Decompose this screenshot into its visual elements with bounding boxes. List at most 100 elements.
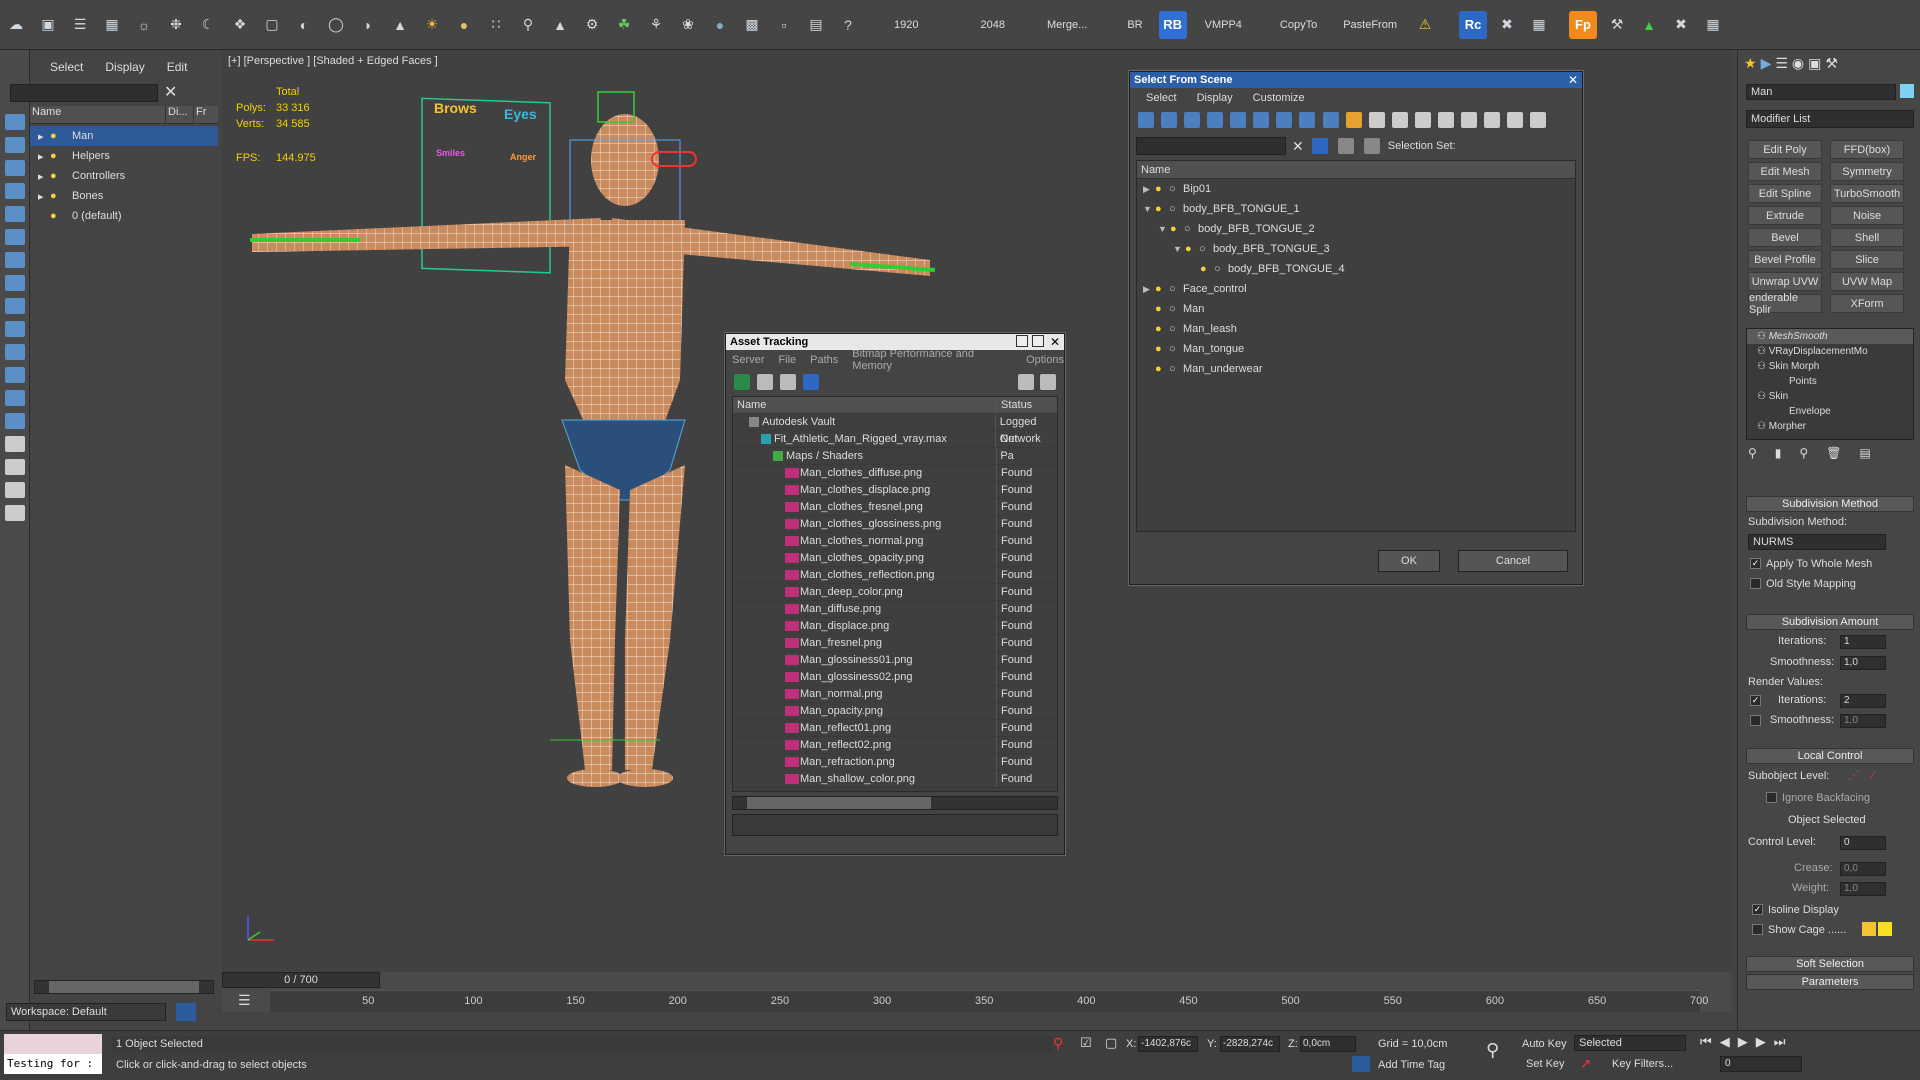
scene-object-row[interactable]: ● ○ Man [1137,299,1575,319]
expand-arrow-icon[interactable]: ▶ [1143,279,1155,299]
pin-stack-icon[interactable]: ⚲ [1748,446,1757,460]
bulb-toggle-icon[interactable]: ⚇ [1757,361,1769,372]
display-frozen-icon[interactable] [5,390,25,406]
tab-motion-icon[interactable]: ◉ [1792,55,1804,72]
display-containers-icon[interactable] [5,367,25,383]
asset-row[interactable]: Man_clothes_opacity.png Found [733,550,1057,567]
sphere-icon[interactable]: ◯ [323,12,349,38]
y-coordinate-field[interactable]: -2828,274c [1220,1036,1280,1052]
select-col-name[interactable]: Name [1141,164,1170,176]
scene-object-row[interactable]: ▶ ● ○ Bip01 [1137,179,1575,199]
asset-row[interactable]: Man_clothes_fresnel.png Found [733,499,1057,516]
lock-icon[interactable]: ☑ [1080,1035,1092,1051]
light-bulb-icon[interactable]: ● [1155,319,1169,339]
filter-shapes-icon[interactable] [1161,112,1178,128]
light-bulb-icon[interactable]: ● [1155,199,1169,219]
asset-row[interactable]: Man_opacity.png Found [733,703,1057,720]
asset-col-name[interactable]: Name [733,397,997,413]
compass-icon[interactable]: ❉ [163,12,189,38]
modifier-button[interactable]: enderable Splir [1748,292,1822,316]
rollout-subdivision-method[interactable]: Subdivision Method [1746,496,1914,512]
select-all-icon[interactable] [1414,112,1431,128]
clear-search-icon[interactable]: ✕ [1292,138,1304,155]
expand-arrow-icon[interactable]: ▼ [1173,239,1185,259]
time-slider[interactable]: 0 / 700 [222,972,380,988]
spreadsheet-icon[interactable]: ▦ [1700,12,1726,38]
select-search-input[interactable] [1136,137,1286,155]
vertex-level-icon[interactable]: ⋰ [1848,768,1860,782]
explorer-search-input[interactable] [10,84,158,102]
weight-spinner[interactable]: 1,0 [1840,882,1886,896]
modifier-button[interactable]: Bevel Profile [1748,250,1822,269]
key-mode-select[interactable]: Selected [1574,1035,1686,1051]
filter-cameras-icon[interactable] [1207,112,1224,128]
set-key-button[interactable]: Set Key [1526,1058,1565,1070]
modifier-list-dropdown[interactable]: Modifier List [1746,110,1914,128]
list-view-icon[interactable] [757,374,774,390]
selection-set-icon[interactable] [1363,138,1380,154]
res-1920-button[interactable]: 1920 [894,19,918,31]
scene-object-row[interactable]: ▶ ● ○ Face_control [1137,279,1575,299]
expand-arrow-icon[interactable]: ▼ [1158,219,1170,239]
display-layers-icon[interactable] [5,459,25,475]
x-coordinate-field[interactable]: -1402,876c [1138,1036,1198,1052]
absolute-mode-icon[interactable]: ▢ [1105,1035,1117,1051]
modifier-button[interactable]: Edit Poly [1748,140,1822,159]
render-smoothness-checkbox[interactable] [1750,715,1761,726]
add-time-tag[interactable]: Add Time Tag [1378,1059,1445,1071]
close-icon[interactable]: ✕ [1050,334,1060,350]
cone-icon[interactable]: ▲ [387,12,413,38]
filter-geometry-icon[interactable] [1138,112,1154,128]
scene-object-row[interactable]: ● ○ body_BFB_TONGUE_4 [1137,259,1575,279]
gear-icon[interactable]: ⚙ [579,12,605,38]
workspace-select[interactable]: Workspace: Default [6,1003,166,1021]
filter-icon[interactable] [5,482,25,498]
explorer-col-display[interactable]: Di... [166,106,194,123]
explorer-col-name[interactable]: Name [30,106,166,123]
table-view-icon[interactable] [803,374,820,390]
make-unique-icon[interactable]: ⚲ [1799,446,1808,460]
stack-modifier[interactable]: ⚇ Skin [1747,389,1913,404]
sun-icon[interactable]: ☀ [419,12,445,38]
select-dialog-titlebar[interactable]: Select From Scene ✕ [1130,72,1582,88]
modifier-button[interactable]: Bevel [1748,228,1822,247]
scene-object-row[interactable]: ● ○ Man_leash [1137,319,1575,339]
script-listener-mini[interactable] [4,1034,102,1054]
cage-color-swatch-2[interactable] [1878,922,1892,936]
cross-tools-icon[interactable]: ✖ [1668,12,1694,38]
light-bulb-icon[interactable]: ● [1155,279,1169,299]
auto-key-button[interactable]: Auto Key [1522,1038,1567,1050]
settings-icon[interactable] [1040,374,1056,390]
display-lights-icon[interactable] [5,206,25,222]
merge-button[interactable]: Merge... [1047,19,1087,31]
tripod-icon[interactable]: ▲ [547,12,573,38]
dome-icon[interactable]: ◐ [291,12,317,38]
tools-icon[interactable]: ✖ [1494,12,1520,38]
filter-hidden-icon[interactable] [1391,112,1408,128]
select-menu-display[interactable]: Display [1197,92,1233,104]
asset-menu-paths[interactable]: Paths [810,354,838,366]
filter-helpers-icon[interactable] [1230,112,1247,128]
explorer-col-fr[interactable]: Fr [194,106,206,123]
calculator-icon[interactable]: ▦ [99,12,125,38]
bowl-icon[interactable]: ◗ [355,12,381,38]
tab-hierarchy-icon[interactable]: ☰ [1775,55,1788,72]
res-2048-button[interactable]: 2048 [980,19,1004,31]
explorer-item-controllers[interactable]: ▸ ● Controllers [30,166,218,186]
rollout-local-control[interactable]: Local Control [1746,748,1914,764]
filter-spacewarps-icon[interactable] [1253,112,1270,128]
rc-button[interactable]: Rc [1459,10,1487,39]
open-file-icon[interactable]: ☁ [3,12,29,38]
detail-view-icon[interactable] [780,374,797,390]
modifier-button[interactable]: TurboSmooth [1830,184,1904,203]
display-xrefs-icon[interactable] [5,321,25,337]
filter-containers-icon[interactable] [1345,112,1362,128]
light-bulb-icon[interactable]: ● [1155,359,1169,379]
asset-row[interactable]: Man_clothes_displace.png Found [733,482,1057,499]
layers-icon[interactable] [1337,138,1354,154]
prev-frame-icon[interactable]: ◀ [1720,1034,1730,1050]
isoline-display-checkbox[interactable]: ✓ [1752,904,1763,915]
key-filters-button[interactable]: Key Filters... [1612,1058,1673,1070]
modifier-button[interactable]: Noise [1830,206,1904,225]
light-bulb-icon[interactable]: ● [1200,259,1214,279]
